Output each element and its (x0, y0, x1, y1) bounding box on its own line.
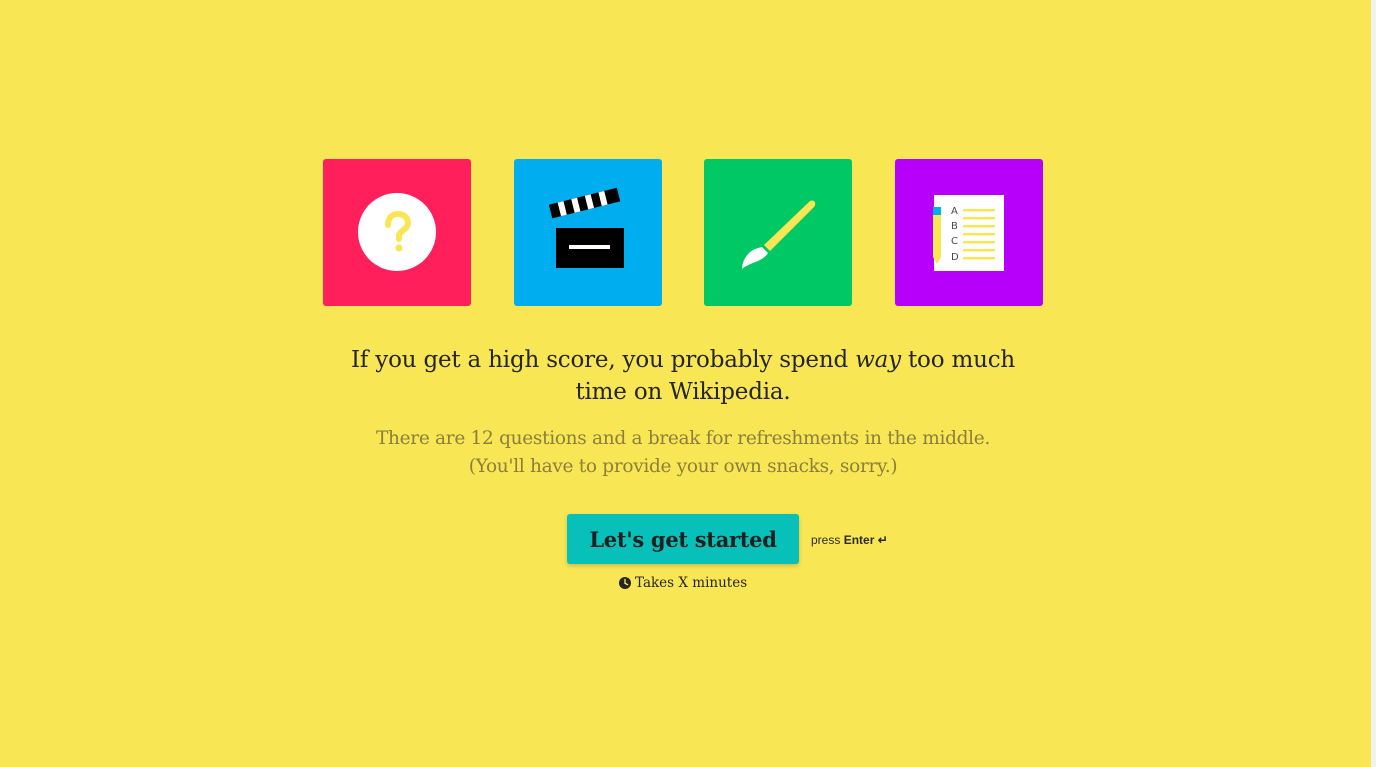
intro-line-2: (You'll have to provide your own snacks,… (468, 456, 898, 477)
clapperboard-icon (548, 187, 624, 268)
headline-text: If you get a high score, you probably sp… (351, 347, 856, 373)
tile-art (704, 159, 852, 306)
enter-key-label: Enter ↵ (843, 533, 888, 547)
duration-info: Takes X minutes (619, 574, 747, 592)
keyboard-hint: press Enter ↵ (811, 532, 888, 548)
clock-icon (619, 577, 631, 589)
tile-question (323, 159, 471, 306)
intro-line-1: There are 12 questions and a break for r… (375, 428, 991, 449)
checklist-letter: C (951, 236, 958, 247)
tile-film (514, 159, 662, 306)
category-tiles: A B C D (323, 159, 1043, 306)
keyboard-hint-prefix: press (811, 533, 841, 547)
checklist-letter: A (951, 206, 958, 217)
checklist-icon: A B C D (933, 195, 1004, 271)
paintbrush-icon (742, 200, 816, 269)
intro-description: There are 12 questions and a break for r… (330, 425, 1036, 481)
question-icon (358, 193, 436, 271)
duration-text: Takes X minutes (635, 575, 748, 591)
headline-emphasis: way (855, 347, 901, 373)
page-title: If you get a high score, you probably sp… (330, 344, 1036, 408)
start-button[interactable]: Let's get started (567, 514, 799, 564)
scrollbar[interactable] (1371, 0, 1376, 767)
checklist-letter: D (951, 252, 959, 263)
checklist-letter: B (951, 221, 958, 232)
tile-quiz: A B C D (895, 159, 1043, 306)
welcome-screen: A B C D If you get a high score, you pro… (0, 0, 1371, 767)
